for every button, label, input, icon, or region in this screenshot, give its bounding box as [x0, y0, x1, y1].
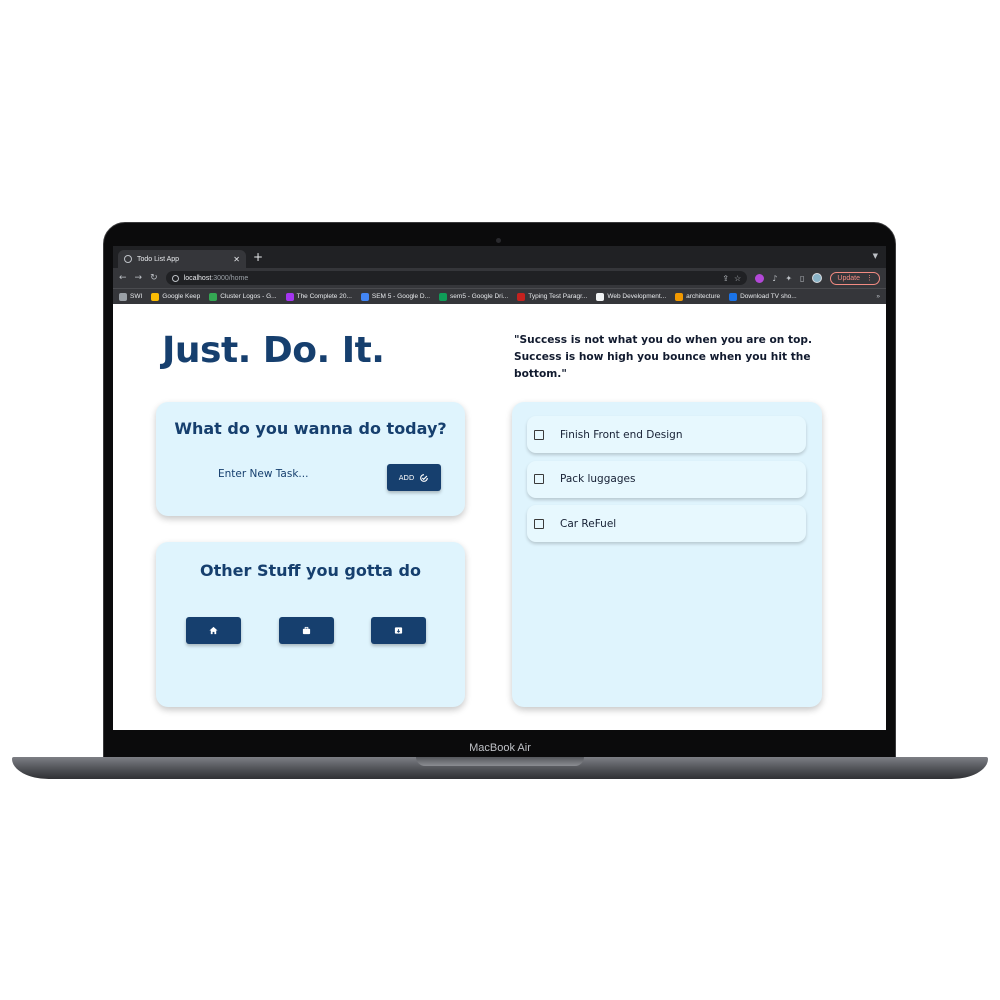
bookmarks-overflow-button[interactable]: » — [876, 293, 880, 300]
bookmark-item[interactable]: architecture — [675, 292, 721, 301]
todo-item[interactable]: Pack luggages — [527, 460, 806, 498]
update-button[interactable]: Update ⋮ — [830, 271, 880, 285]
todo-checkbox[interactable] — [534, 474, 544, 484]
address-bar[interactable]: localhost :3000/home ⇪ ☆ — [165, 271, 748, 285]
bookmark-favicon-icon — [596, 292, 605, 301]
bookmarks-bar: SWI Google Keep Cluster Logos - G... The Co… — [113, 288, 886, 304]
bookmark-label: The Complete 20... — [296, 293, 352, 300]
todo-checkbox[interactable] — [534, 429, 544, 440]
browser-tab-bar: Todo List App ✕ + ▼ — [113, 246, 886, 268]
add-task-button[interactable]: ADD — [387, 464, 441, 491]
puzzle-extensions-icon[interactable]: ✦ — [785, 274, 792, 283]
new-task-card-title: What do you wanna do today? — [174, 419, 447, 438]
bookmark-label: Web Development... — [607, 293, 667, 300]
todo-item[interactable]: Car ReFuel — [527, 505, 806, 542]
webcam — [496, 238, 501, 243]
archive-category-button[interactable] — [371, 617, 426, 644]
home-category-button[interactable] — [186, 617, 241, 644]
bookmark-item[interactable]: sem5 - Google Dri... — [439, 292, 509, 301]
bookmark-favicon-icon — [517, 292, 526, 301]
page-title: Just. Do. It. — [162, 330, 385, 371]
bookmark-label: SWI — [130, 293, 143, 300]
bookmark-favicon-icon — [209, 292, 218, 301]
laptop-screen: Todo List App ✕ + ▼ ← → ↻ localhost :300… — [113, 246, 886, 730]
home-icon — [209, 626, 218, 635]
reload-icon[interactable]: ↻ — [150, 273, 158, 283]
todo-text: Car ReFuel — [560, 517, 617, 530]
bookmark-favicon-icon — [119, 292, 127, 301]
bookmark-label: sem5 - Google Dri... — [450, 293, 509, 300]
bookmark-label: Cluster Logos - G... — [220, 293, 277, 300]
add-task-label: ADD — [398, 473, 415, 482]
briefcase-icon — [302, 626, 311, 635]
bookmark-item[interactable]: SWI — [119, 292, 143, 301]
check-circle-icon — [420, 473, 429, 482]
todo-text: Finish Front end Design — [560, 428, 683, 441]
bookmark-favicon-icon — [439, 292, 448, 301]
other-stuff-card-title: Other Stuff you gotta do — [200, 561, 421, 580]
new-task-input[interactable] — [208, 462, 358, 486]
extension-icon[interactable] — [755, 273, 765, 283]
todo-list-card: Finish Front end Design Pack luggages Car … — [512, 402, 822, 707]
todo-text: Pack luggages — [560, 473, 636, 485]
bookmark-favicon-icon — [285, 292, 294, 301]
profile-avatar[interactable] — [812, 273, 823, 283]
browser-tab-active[interactable]: Todo List App ✕ — [118, 250, 246, 268]
todo-page: Just. Do. It. "Success is not what you d… — [113, 304, 886, 730]
forward-arrow-icon[interactable]: → — [135, 273, 143, 283]
bookmark-item[interactable]: SEM 5 - Google D... — [360, 292, 431, 301]
bookmark-favicon-icon — [151, 292, 160, 301]
bookmark-item[interactable]: Typing Test Paragr... — [517, 292, 588, 301]
bookmark-label: architecture — [686, 293, 721, 300]
media-icon[interactable]: ♪ — [772, 274, 777, 283]
bookmark-label: Download TV sho... — [740, 293, 797, 300]
share-icon[interactable]: ⇪ — [722, 274, 729, 283]
bookmark-label: SEM 5 - Google D... — [371, 293, 431, 300]
bookmark-favicon-icon — [729, 292, 738, 301]
bookmark-label: Google Keep — [162, 293, 201, 300]
url-path: :3000/home — [211, 274, 249, 282]
back-arrow-icon[interactable]: ← — [119, 273, 127, 283]
archive-icon — [394, 627, 403, 634]
new-tab-button[interactable]: + — [253, 250, 263, 264]
motivational-quote: "Success is not what you do when you are… — [514, 334, 812, 380]
bookmark-star-icon[interactable]: ☆ — [734, 274, 741, 283]
bookmark-item[interactable]: Download TV sho... — [729, 292, 797, 301]
todo-checkbox[interactable] — [534, 518, 544, 529]
update-label: Update — [837, 274, 860, 282]
browser-toolbar: ← → ↻ localhost :3000/home ⇪ ☆ ♪ ✦ ▯ Upd… — [113, 268, 886, 288]
laptop-brand-label: MacBook Air — [469, 742, 531, 754]
bookmark-item[interactable]: Web Development... — [596, 292, 667, 301]
tab-search-chevron-icon[interactable]: ▼ — [873, 252, 878, 260]
site-info-icon[interactable] — [171, 274, 179, 282]
kebab-menu-icon: ⋮ — [866, 275, 873, 282]
bookmark-favicon-icon — [675, 292, 684, 301]
bookmark-item[interactable]: Cluster Logos - G... — [209, 292, 277, 301]
tab-title: Todo List App — [137, 255, 180, 263]
globe-icon — [124, 255, 132, 263]
other-stuff-card: Other Stuff you gotta do — [156, 542, 465, 707]
bookmark-favicon-icon — [360, 292, 369, 301]
url-host: localhost — [183, 274, 212, 282]
bookmark-item[interactable]: Google Keep — [151, 292, 201, 301]
bookmark-label: Typing Test Paragr... — [528, 293, 588, 300]
tab-close-icon[interactable]: ✕ — [233, 255, 240, 264]
todo-item[interactable]: Finish Front end Design — [527, 416, 806, 453]
work-category-button[interactable] — [279, 617, 334, 644]
new-task-card: What do you wanna do today? ADD — [156, 402, 465, 516]
bookmark-item[interactable]: The Complete 20... — [285, 292, 352, 301]
side-panel-icon[interactable]: ▯ — [800, 274, 804, 283]
laptop-hinge-notch — [416, 757, 584, 766]
